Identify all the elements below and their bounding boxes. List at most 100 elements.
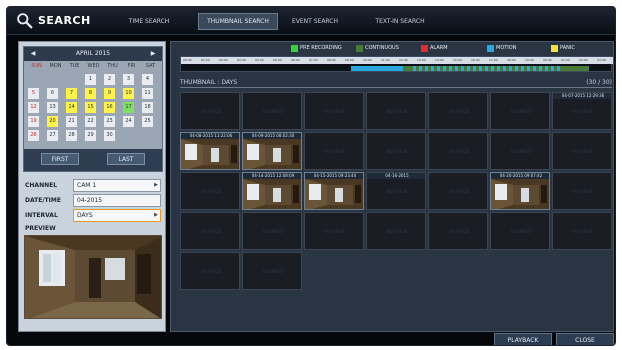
calendar-day[interactable]: 24 bbox=[123, 116, 134, 127]
calendar-day[interactable]: 15 bbox=[85, 102, 96, 113]
thumbnail[interactable]: 04-16-2015 NO IMAGE bbox=[366, 172, 426, 210]
thumbnail[interactable]: NO IMAGE bbox=[428, 172, 488, 210]
thumbnail[interactable]: NO IMAGE bbox=[428, 92, 488, 130]
calendar-day[interactable]: 17 bbox=[123, 102, 134, 113]
channel-label: CHANNEL bbox=[25, 182, 58, 189]
calendar-day[interactable]: 26 bbox=[28, 130, 39, 141]
right-arrow-icon[interactable]: ▶ bbox=[146, 47, 160, 61]
thumbnail[interactable]: NO IMAGE bbox=[242, 252, 302, 290]
calendar-day[interactable]: 28 bbox=[66, 130, 77, 141]
tab-time-search[interactable]: TIME SEARCH bbox=[113, 14, 185, 30]
thumbnail-timestamp bbox=[553, 213, 611, 219]
thumbnail-timestamp bbox=[429, 213, 487, 219]
calendar-day[interactable]: 11 bbox=[142, 88, 153, 99]
thumbnail[interactable]: NO IMAGE bbox=[490, 212, 550, 250]
calendar-day[interactable]: 6 bbox=[47, 88, 58, 99]
timeline-tick: 10:00 bbox=[363, 58, 372, 62]
tab-event-search[interactable]: EVENT SEARCH bbox=[280, 14, 350, 30]
legend-alarm: ALARM bbox=[421, 45, 466, 52]
timeline-motion-segment bbox=[351, 66, 403, 71]
thumbnail[interactable]: NO IMAGE bbox=[304, 132, 364, 170]
calendar-day[interactable]: 12 bbox=[28, 102, 39, 113]
timeline-tick: 16:00 bbox=[471, 58, 480, 62]
thumbnail[interactable]: NO IMAGE bbox=[180, 172, 240, 210]
calendar-day[interactable]: 25 bbox=[142, 116, 153, 127]
room-photo-image bbox=[491, 179, 549, 209]
thumbnail-timestamp bbox=[181, 253, 239, 259]
thumbnail-timestamp bbox=[367, 93, 425, 99]
tab-text-in-search[interactable]: TEXT-IN SEARCH bbox=[364, 14, 436, 30]
legend-swatch bbox=[487, 45, 494, 52]
thumbnail[interactable]: 04-20-2015 09:07:42 bbox=[490, 172, 550, 210]
thumbnail[interactable]: NO IMAGE bbox=[242, 92, 302, 130]
calendar-month: APRIL 2015 bbox=[75, 50, 111, 57]
thumbnail-grid-header: THUMBNAIL : DAYS (30 / 30) bbox=[180, 77, 612, 87]
thumbnail[interactable]: NO IMAGE bbox=[180, 212, 240, 250]
thumbnail[interactable]: NO IMAGE bbox=[490, 92, 550, 130]
thumbnail-timestamp bbox=[181, 213, 239, 219]
timeline-bar[interactable]: 00:00 01:00 02:00 03:00 04:00 05:00 06:00 07:00… bbox=[180, 56, 613, 72]
thumbnail[interactable]: 04-07-2015 12:29:36 NO IMAGE bbox=[552, 92, 612, 130]
calendar-day[interactable]: 23 bbox=[104, 116, 115, 127]
thumbnail[interactable]: NO IMAGE bbox=[428, 132, 488, 170]
calendar-day[interactable]: 4 bbox=[142, 74, 153, 85]
calendar-day[interactable]: 3 bbox=[123, 74, 134, 85]
first-button[interactable]: FIRST bbox=[41, 153, 79, 165]
calendar-day[interactable]: 21 bbox=[66, 116, 77, 127]
thumbnail-timestamp bbox=[367, 213, 425, 219]
thumbnail[interactable]: NO IMAGE bbox=[366, 132, 426, 170]
calendar-day[interactable]: 5 bbox=[28, 88, 39, 99]
datetime-field[interactable]: 04-2015 bbox=[73, 194, 161, 207]
thumbnail[interactable]: NO IMAGE bbox=[304, 212, 364, 250]
thumbnail[interactable]: 04-08-2015 11:22:06 bbox=[180, 132, 240, 170]
thumbnail[interactable]: NO IMAGE bbox=[180, 92, 240, 130]
thumbnail[interactable]: NO IMAGE bbox=[366, 212, 426, 250]
legend: PRE RECORDING CONTINUOUS ALARM MOTION PA… bbox=[171, 42, 615, 54]
close-button[interactable]: CLOSE bbox=[556, 333, 614, 345]
playback-button[interactable]: PLAYBACK bbox=[494, 333, 552, 345]
calendar-day[interactable]: 16 bbox=[104, 102, 115, 113]
thumbnail[interactable]: NO IMAGE bbox=[242, 212, 302, 250]
calendar-day[interactable]: 9 bbox=[104, 88, 115, 99]
calendar-day[interactable]: 29 bbox=[85, 130, 96, 141]
calendar-day[interactable]: 2 bbox=[104, 74, 115, 85]
interval-select[interactable]: DAYS ▶ bbox=[73, 209, 161, 222]
weekday-label: WED bbox=[87, 63, 100, 69]
calendar-day[interactable]: 8 bbox=[85, 88, 96, 99]
thumbnail[interactable]: 04-15-2015 09:23:44 bbox=[304, 172, 364, 210]
thumbnail-timestamp bbox=[181, 173, 239, 179]
thumbnail[interactable]: 04-14-2015 12:08:09 bbox=[242, 172, 302, 210]
calendar-day[interactable]: 19 bbox=[28, 116, 39, 127]
weekday-label: MON bbox=[49, 63, 62, 69]
interval-label: INTERVAL bbox=[25, 212, 58, 219]
room-photo-image bbox=[305, 179, 363, 209]
thumbnail[interactable]: NO IMAGE bbox=[428, 212, 488, 250]
thumbnail[interactable]: NO IMAGE bbox=[490, 132, 550, 170]
calendar-day[interactable]: 7 bbox=[66, 88, 77, 99]
channel-select[interactable]: CAM 1 ▶ bbox=[73, 179, 161, 192]
timeline-tick: 17:00 bbox=[489, 58, 498, 62]
calendar-day[interactable]: 20 bbox=[47, 116, 58, 127]
calendar-day[interactable]: 14 bbox=[66, 102, 77, 113]
thumbnail[interactable]: NO IMAGE bbox=[366, 92, 426, 130]
calendar-day[interactable]: 1 bbox=[85, 74, 96, 85]
calendar-day[interactable]: 13 bbox=[47, 102, 58, 113]
calendar-day[interactable]: 18 bbox=[142, 102, 153, 113]
thumbnail[interactable]: NO IMAGE bbox=[552, 132, 612, 170]
calendar-day[interactable]: 27 bbox=[47, 130, 58, 141]
calendar-day[interactable]: 30 bbox=[104, 130, 115, 141]
left-arrow-icon[interactable]: ◀ bbox=[26, 47, 40, 61]
page-title: SEARCH bbox=[38, 14, 91, 27]
grid-count: (30 / 30) bbox=[586, 79, 612, 86]
thumbnail[interactable]: NO IMAGE bbox=[304, 92, 364, 130]
thumbnail[interactable]: NO IMAGE bbox=[552, 212, 612, 250]
last-button[interactable]: LAST bbox=[107, 153, 145, 165]
thumbnail[interactable]: NO IMAGE bbox=[180, 252, 240, 290]
legend-motion: MOTION bbox=[487, 45, 535, 52]
no-image-label: NO IMAGE bbox=[572, 149, 594, 154]
thumbnail[interactable]: 04-09-2015 08:02:30 bbox=[242, 132, 302, 170]
tab-thumbnail-search[interactable]: THUMBNAIL SEARCH bbox=[198, 13, 278, 30]
calendar-day[interactable]: 10 bbox=[123, 88, 134, 99]
calendar-day[interactable]: 22 bbox=[85, 116, 96, 127]
thumbnail[interactable]: NO IMAGE bbox=[552, 172, 612, 210]
